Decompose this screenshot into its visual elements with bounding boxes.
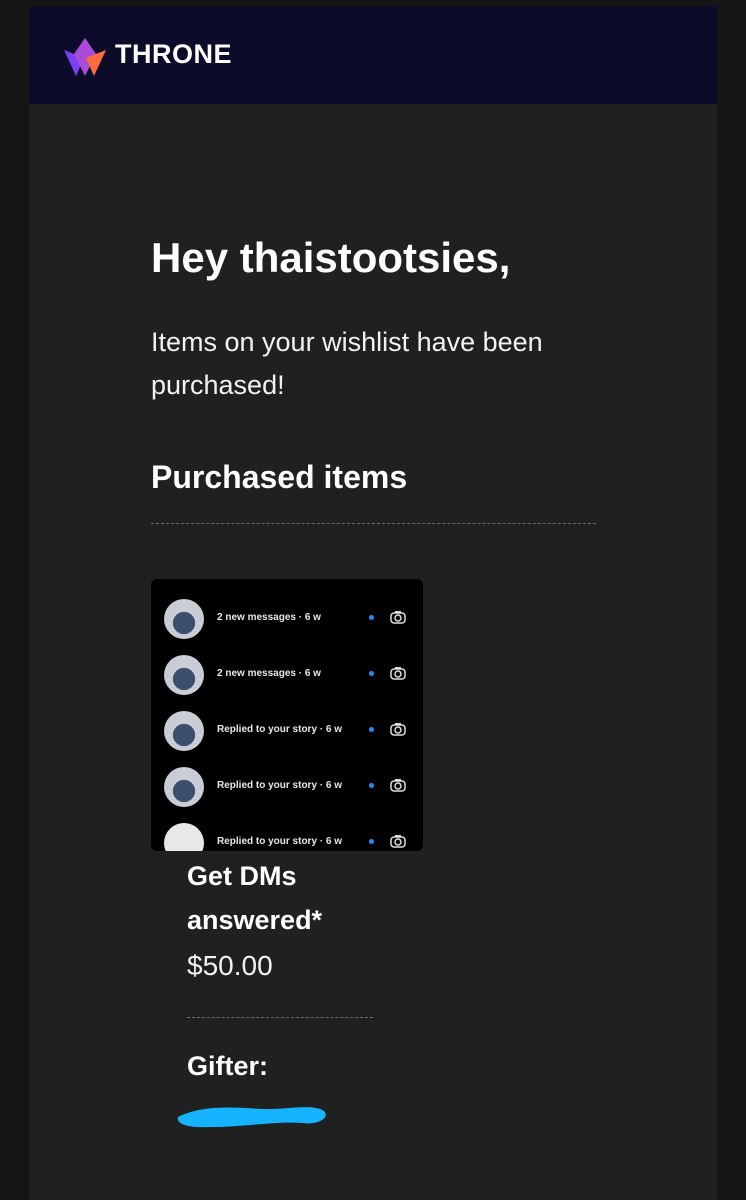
intro-text: Items on your wishlist have been purchas…: [151, 327, 543, 400]
unread-dot-icon: [369, 783, 374, 788]
item-divider: [187, 1017, 373, 1018]
purchased-items-heading: Purchased items: [151, 459, 408, 495]
gifter-label: Gifter:: [187, 1051, 268, 1081]
dm-row: 2 new messages · 6 w: [151, 655, 423, 711]
item-price: $50.00: [187, 950, 273, 981]
brand-name[interactable]: THRONE: [115, 39, 232, 70]
unread-dot-icon: [369, 839, 374, 844]
dm-row-text: Replied to your story · 6 w: [217, 724, 343, 735]
item-name[interactable]: Get DMs answered*: [187, 854, 387, 942]
greeting-heading: Hey thaistootsies,: [151, 234, 511, 281]
unread-dot-icon: [369, 671, 374, 676]
item-image[interactable]: 2 new messages · 6 w 2 new messages · 6 …: [151, 579, 423, 851]
avatar: [164, 599, 204, 639]
unread-dot-icon: [369, 727, 374, 732]
redaction-scribble: [177, 1107, 326, 1128]
dm-row-text: 2 new messages · 6 w: [217, 668, 321, 679]
email-header: THRONE: [29, 6, 717, 104]
dm-row-text: Replied to your story · 6 w: [217, 836, 343, 847]
dm-row: Replied to your story · 6 w: [151, 711, 423, 767]
email-body: THRONE Hey thaistootsies, Items on your …: [29, 6, 717, 1200]
camera-icon: [390, 779, 406, 792]
crown-logo-icon: [64, 38, 106, 76]
section-divider: [151, 523, 596, 524]
unread-dot-icon: [369, 615, 374, 620]
dm-row: Replied to your story · 6 w: [151, 823, 423, 851]
avatar: [164, 823, 204, 851]
dm-row: 2 new messages · 6 w: [151, 599, 423, 655]
avatar: [164, 711, 204, 751]
camera-icon: [390, 611, 406, 624]
camera-icon: [390, 667, 406, 680]
dm-row-text: 2 new messages · 6 w: [217, 612, 321, 623]
camera-icon: [390, 835, 406, 848]
avatar: [164, 655, 204, 695]
dm-row-text: Replied to your story · 6 w: [217, 780, 343, 791]
avatar: [164, 767, 204, 807]
dm-row: Replied to your story · 6 w: [151, 767, 423, 823]
camera-icon: [390, 723, 406, 736]
